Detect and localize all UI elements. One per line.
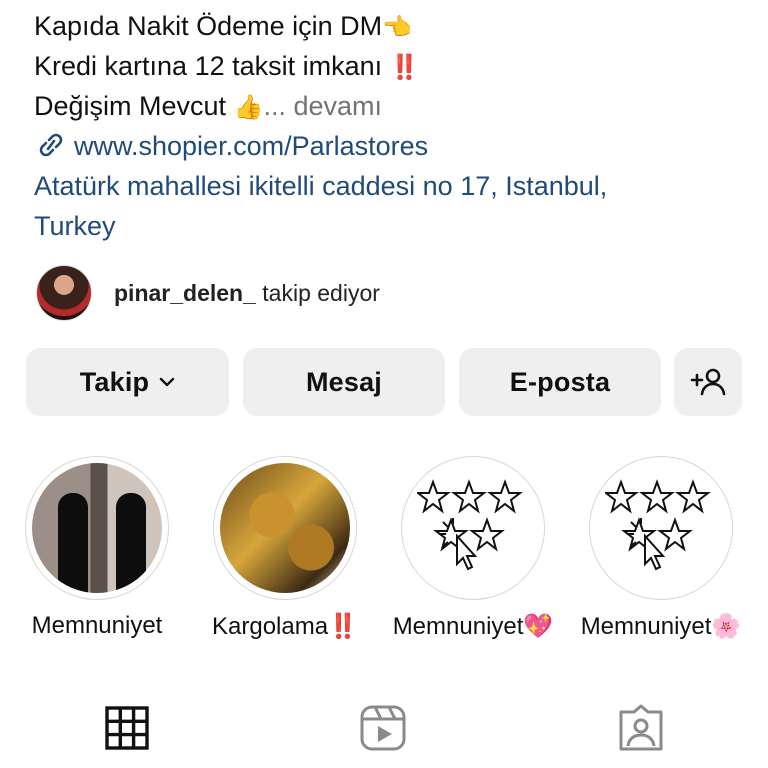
- grid-icon: [105, 706, 149, 750]
- bio-address-line-1[interactable]: Atatürk mahallesi ikitelli caddesi no 17…: [34, 166, 607, 206]
- highlight-image: [220, 463, 350, 593]
- profile-tab-bar: [0, 690, 768, 768]
- highlight-item[interactable]: Memnuniyet🌸: [566, 456, 756, 641]
- pointing-left-emoji: 👈: [382, 14, 413, 41]
- message-button[interactable]: Mesaj: [243, 348, 445, 416]
- highlight-item[interactable]: Memnuniyet: [2, 456, 192, 640]
- email-button[interactable]: E-posta: [459, 348, 661, 416]
- highlight-item[interactable]: Memnuniyet💖: [378, 456, 568, 641]
- add-person-icon: [690, 367, 726, 397]
- email-label: E-posta: [509, 366, 611, 397]
- followed-by-row[interactable]: pinar_delen_ takip ediyor: [36, 265, 380, 321]
- tab-tagged[interactable]: [617, 704, 665, 752]
- highlight-label: Memnuniyet: [31, 612, 163, 639]
- highlight-label: Memnuniyet🌸: [580, 613, 742, 640]
- bio-website-text: www.shopier.com/Parlastores: [74, 131, 429, 161]
- follow-button[interactable]: Takip: [26, 348, 229, 416]
- highlight-cover[interactable]: [401, 456, 545, 600]
- follower-username[interactable]: pinar_delen_: [114, 280, 256, 306]
- double-exclamation-emoji: ‼️: [389, 54, 420, 81]
- tab-posts-grid[interactable]: [103, 704, 151, 752]
- link-icon: [34, 130, 68, 170]
- bio-installment-text: Kredi kartına 12 taksit imkanı: [34, 51, 383, 81]
- bio-line-exchange: Değişim Mevcut 👍... devamı: [34, 86, 382, 128]
- message-label: Mesaj: [305, 366, 383, 397]
- tab-reels[interactable]: [359, 704, 407, 752]
- bio-payment-text: Kapıda Nakit Ödeme için DM: [34, 11, 383, 41]
- bio-address-line-2[interactable]: Turkey: [34, 206, 116, 246]
- story-highlights: Memnuniyet Kargolama‼️ Memnuniyet💖 Memnu…: [0, 456, 768, 646]
- chevron-down-icon: [159, 376, 175, 388]
- follower-status: takip ediyor: [262, 279, 380, 306]
- highlight-label: Kargolama‼️: [212, 613, 358, 640]
- bio-exchange-text: Değişim Mevcut: [34, 91, 227, 121]
- highlight-label: Memnuniyet💖: [392, 613, 554, 640]
- highlight-cover[interactable]: [589, 456, 733, 600]
- bio-line-payment: Kapıda Nakit Ödeme için DM👈: [34, 6, 412, 48]
- follow-label: Takip: [79, 366, 150, 397]
- stars-rating-icon: [603, 476, 717, 581]
- highlight-cover[interactable]: [213, 456, 357, 600]
- suggested-people-button[interactable]: [674, 348, 742, 416]
- thumbs-up-emoji: 👍: [233, 94, 264, 121]
- bio-line-installment: Kredi kartına 12 taksit imkanı ‼️: [34, 46, 420, 88]
- bio-more-link[interactable]: ... devamı: [263, 91, 382, 121]
- profile-actions: Takip Mesaj E-posta: [26, 348, 744, 416]
- highlight-item[interactable]: Kargolama‼️: [190, 456, 380, 641]
- highlight-cover[interactable]: [25, 456, 169, 600]
- tagged-icon: [617, 704, 665, 752]
- bio-website-link[interactable]: www.shopier.com/Parlastores: [34, 126, 428, 170]
- follower-avatar[interactable]: [36, 265, 92, 321]
- stars-rating-icon: [415, 476, 529, 581]
- highlight-image: [32, 463, 162, 593]
- reels-icon: [359, 704, 407, 752]
- followed-by-text: pinar_delen_ takip ediyor: [114, 280, 380, 307]
